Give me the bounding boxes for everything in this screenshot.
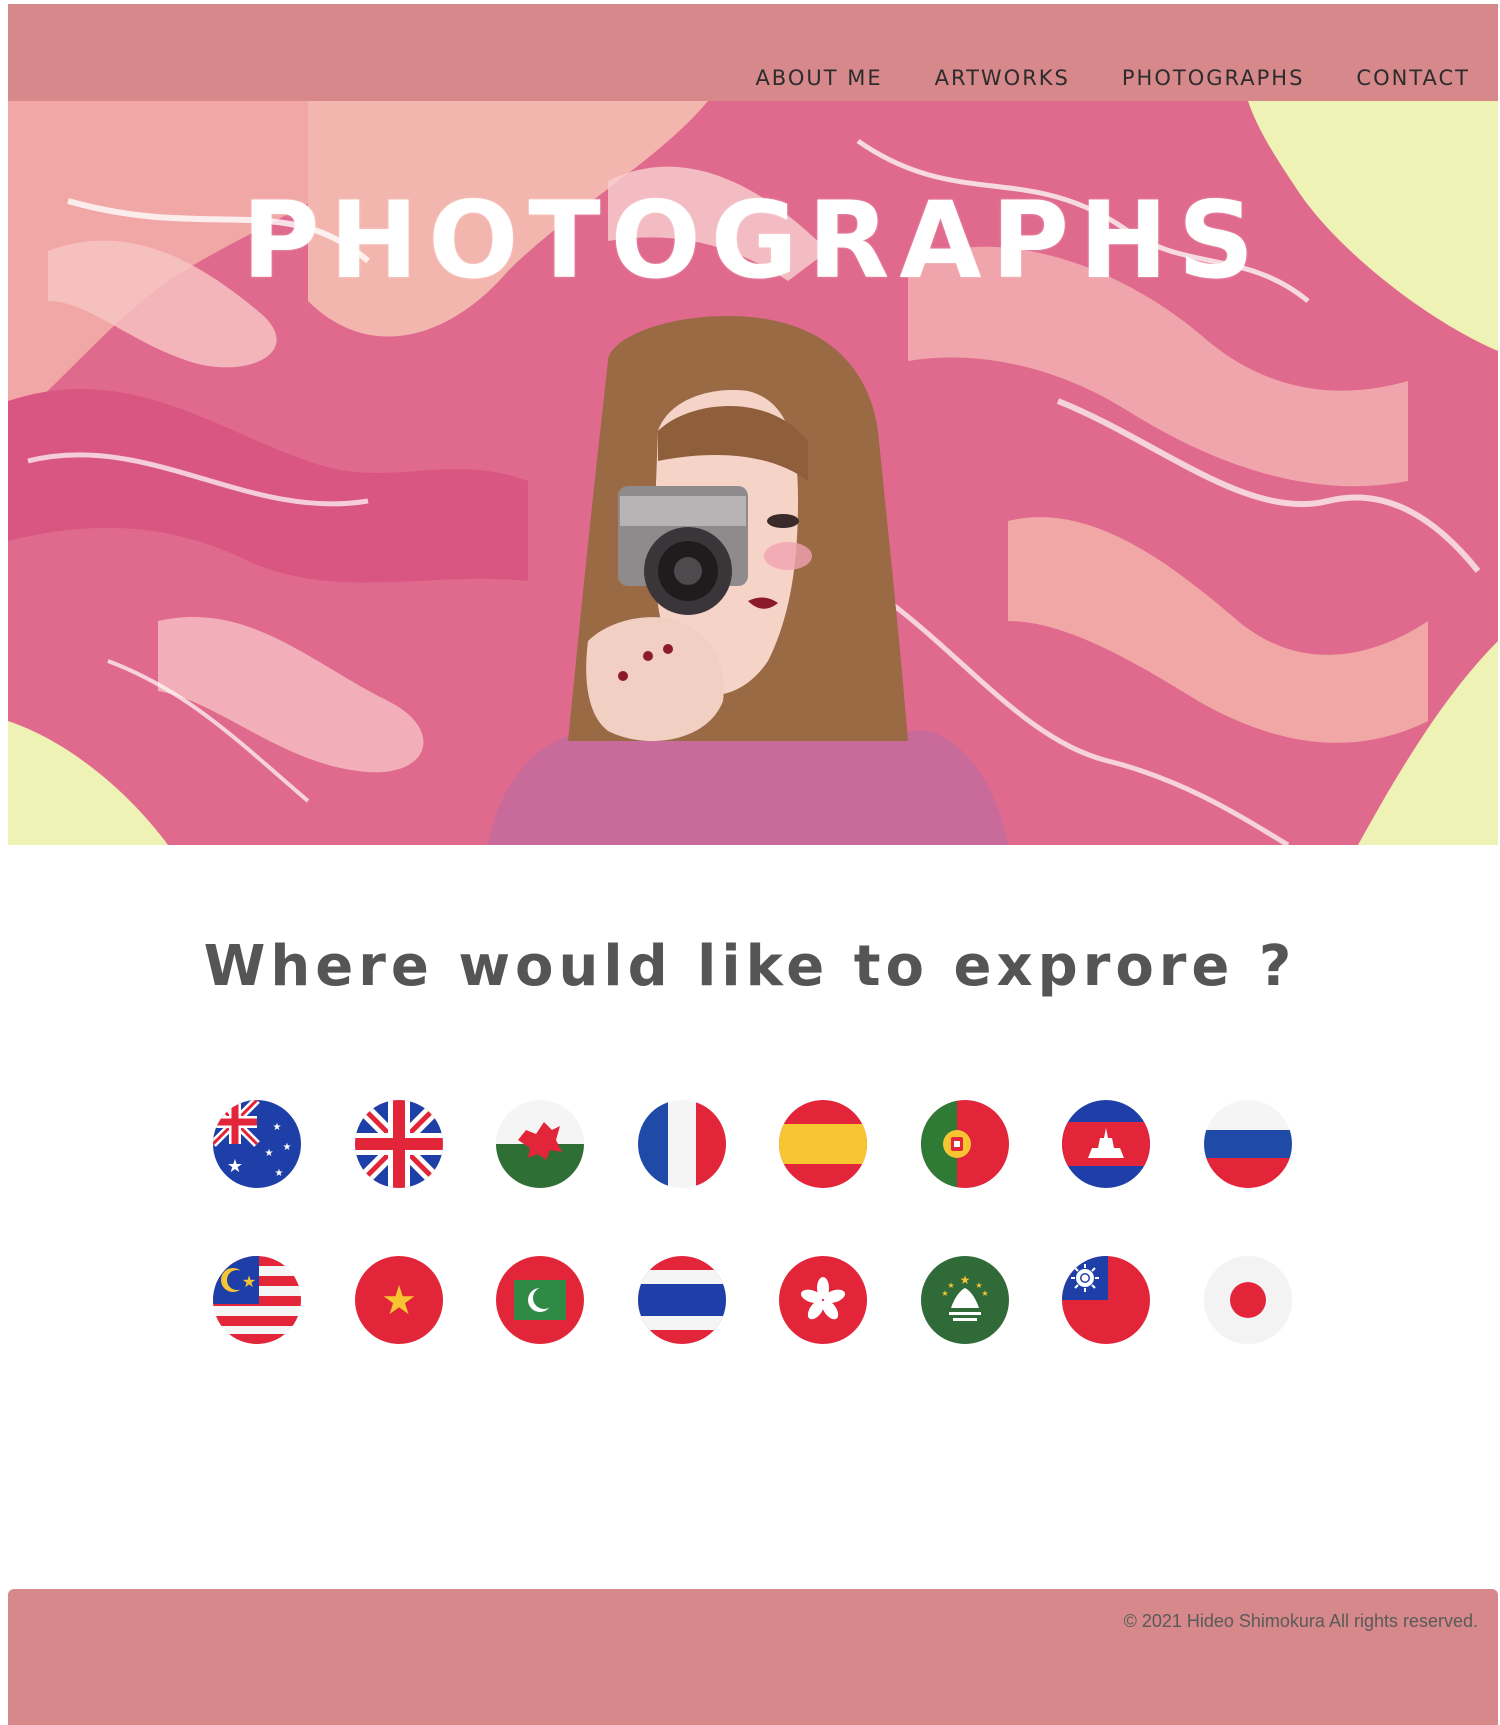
- vietnam-flag-icon[interactable]: ★: [354, 1256, 443, 1344]
- macau-flag-icon[interactable]: ★ ★ ★ ★ ★: [920, 1256, 1009, 1344]
- taiwan-flag-icon[interactable]: [1062, 1256, 1150, 1344]
- svg-text:★: ★: [242, 1272, 256, 1291]
- svg-text:★: ★: [283, 1142, 292, 1153]
- hero-banner: PHOTOGRAPHS: [8, 101, 1498, 845]
- nav-artworks[interactable]: ARTWORKS: [935, 66, 1070, 90]
- russia-flag-icon[interactable]: [1203, 1100, 1292, 1188]
- site-footer: © 2021 Hideo Shimokura All rights reserv…: [8, 1589, 1498, 1725]
- svg-text:★: ★: [959, 1273, 970, 1287]
- united-kingdom-flag-icon[interactable]: [354, 1100, 443, 1188]
- copyright-text: © 2021 Hideo Shimokura All rights reserv…: [1123, 1611, 1478, 1631]
- australia-flag-icon[interactable]: ★ ★ ★ ★ ★: [213, 1100, 301, 1188]
- nav-contact[interactable]: CONTACT: [1356, 66, 1470, 90]
- maldives-flag-icon[interactable]: [496, 1256, 584, 1344]
- svg-text:★: ★: [981, 1289, 988, 1298]
- section-heading: Where would like to exprore ?: [203, 934, 1297, 999]
- france-flag-icon[interactable]: [637, 1100, 726, 1188]
- hero-title: PHOTOGRAPHS: [241, 179, 1265, 302]
- svg-text:★: ★: [275, 1168, 284, 1179]
- svg-text:★: ★: [265, 1148, 274, 1159]
- thailand-flag-icon[interactable]: [637, 1256, 726, 1344]
- svg-text:★: ★: [227, 1156, 243, 1177]
- spain-flag-icon[interactable]: [779, 1100, 867, 1188]
- malaysia-flag-icon[interactable]: ★: [213, 1256, 301, 1344]
- svg-text:★: ★: [941, 1289, 948, 1298]
- cambodia-flag-icon[interactable]: [1062, 1100, 1150, 1188]
- wales-flag-icon[interactable]: [496, 1100, 584, 1188]
- site-header: ABOUT ME ARTWORKS PHOTOGRAPHS CONTACT: [8, 4, 1498, 101]
- japan-flag-icon[interactable]: [1203, 1256, 1292, 1344]
- portugal-flag-icon[interactable]: [920, 1100, 1009, 1188]
- nav-about-me[interactable]: ABOUT ME: [755, 66, 882, 90]
- svg-text:★: ★: [381, 1278, 417, 1324]
- svg-text:★: ★: [273, 1122, 282, 1133]
- main-nav: ABOUT ME ARTWORKS PHOTOGRAPHS CONTACT: [755, 66, 1470, 90]
- nav-photographs[interactable]: PHOTOGRAPHS: [1122, 66, 1305, 90]
- country-flags-grid: ★ ★ ★ ★ ★ ★ ★ ★ ★ ★ ★ ★: [213, 1100, 1292, 1344]
- hong-kong-flag-icon[interactable]: [779, 1256, 867, 1344]
